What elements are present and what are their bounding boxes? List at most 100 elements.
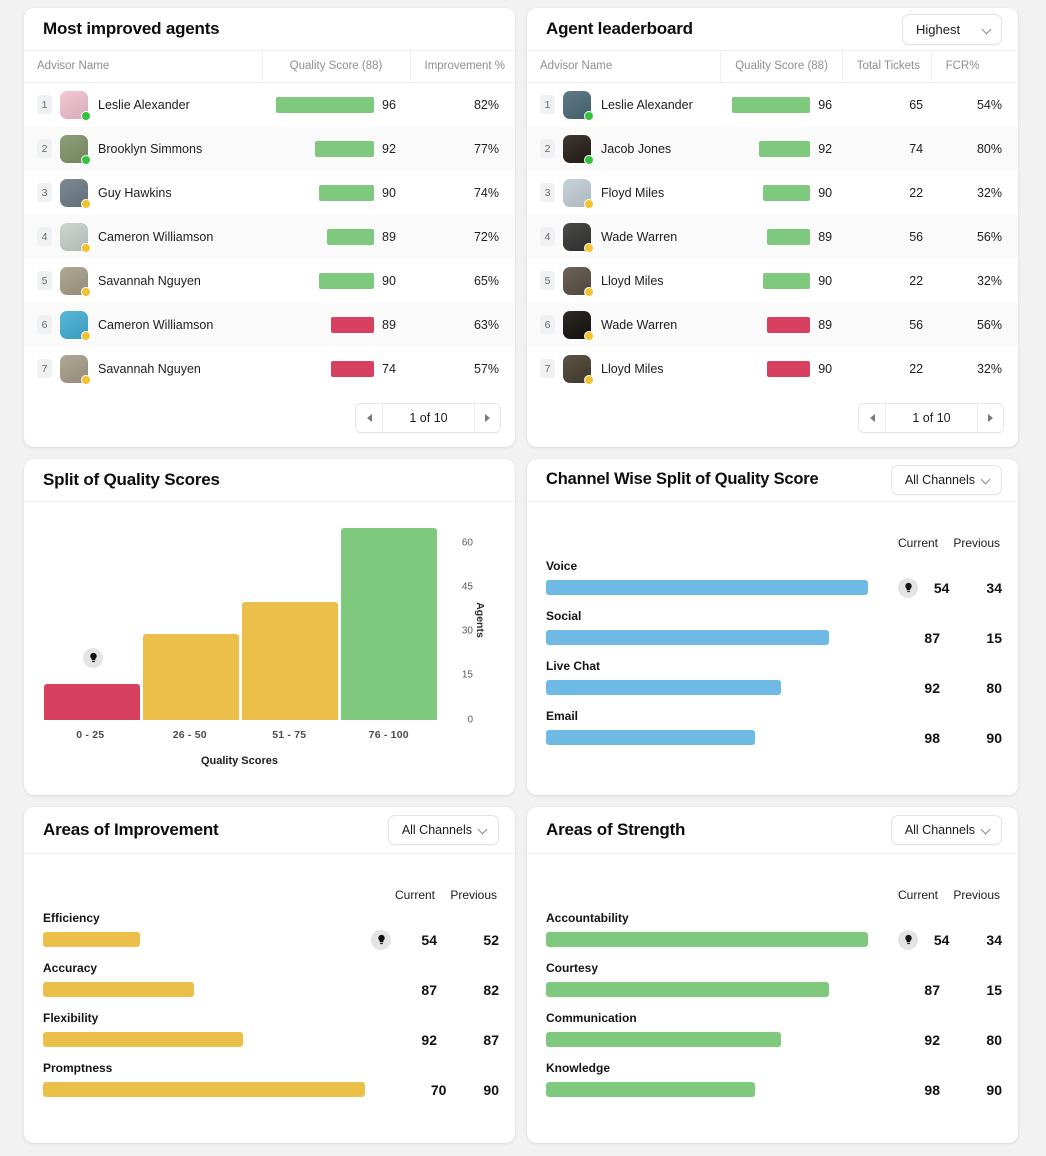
page-indicator: 1 of 10	[885, 403, 977, 432]
pagination[interactable]: 1 of 10	[858, 402, 1004, 433]
chevron-right-icon[interactable]	[977, 403, 1003, 432]
rank-badge: 3	[540, 183, 555, 202]
table-row[interactable]: 2 Brooklyn Simmons 92 77%	[24, 126, 515, 171]
metric-bar[interactable]	[43, 982, 195, 997]
advisor-name: Leslie Alexander	[98, 97, 190, 112]
metric-bar[interactable]	[546, 1082, 756, 1097]
cell-advisor-name: 3 Floyd Miles	[527, 171, 721, 215]
score-bar	[276, 96, 374, 113]
chevron-down-icon	[479, 825, 488, 834]
insight-bulb-badge[interactable]	[83, 647, 103, 668]
chart-bar[interactable]	[143, 634, 239, 720]
improvement-filter-dropdown[interactable]: All Channels	[387, 814, 499, 845]
dashboard-page: Most improved agents Advisor Name Qualit…	[0, 0, 1046, 1156]
metric-bar[interactable]	[546, 730, 756, 745]
metric-bar[interactable]	[546, 932, 868, 947]
chart-y-axis-title: Agents	[474, 601, 487, 638]
sort-dropdown[interactable]: Highest	[902, 13, 1002, 45]
metric-bar-track	[43, 932, 341, 947]
metric-previous: 80	[986, 1031, 1002, 1048]
strength-rows: Accountability 54 34 Courtesy 87 15 Communicat…	[546, 911, 1002, 1098]
chart-x-tick: 76 - 100	[368, 728, 409, 741]
table-row[interactable]: 7 Lloyd Miles 90 22 32%	[527, 347, 1018, 391]
table-row[interactable]: 5 Lloyd Miles 90 22 32%	[527, 259, 1018, 303]
table-row[interactable]: 3 Floyd Miles 90 22 32%	[527, 171, 1018, 215]
score-value: 89	[818, 317, 833, 332]
rank-badge: 7	[37, 359, 52, 378]
cell-advisor-name: 6 Wade Warren	[527, 303, 721, 347]
table-row[interactable]: 7 Savannah Nguyen 74 57%	[24, 347, 515, 391]
column-advisor-name: Advisor Name	[24, 50, 262, 83]
metric-current-value: 70	[430, 1081, 447, 1098]
score-value: 90	[382, 185, 396, 200]
metric-bar[interactable]	[546, 680, 782, 695]
pagination-area: 1 of 10	[527, 391, 1018, 447]
metric-bar-track	[546, 982, 844, 997]
chart-bar-column	[143, 520, 239, 720]
metric-bar[interactable]	[43, 1032, 243, 1047]
chart-bar[interactable]	[242, 601, 338, 720]
column-advisor-name: Advisor Name	[527, 50, 721, 83]
column-improvement: Improvement %	[409, 50, 515, 83]
chevron-left-icon[interactable]	[859, 403, 885, 432]
channel-filter-dropdown[interactable]: All Channels	[890, 464, 1002, 495]
chevron-right-icon[interactable]	[474, 403, 500, 432]
avatar	[563, 134, 594, 165]
rank-badge: 6	[540, 315, 555, 334]
score-bar	[732, 96, 811, 113]
table-row[interactable]: 3 Guy Hawkins 90 74%	[24, 171, 515, 215]
status-dot	[584, 110, 594, 121]
cell-improvement: 57%	[473, 361, 499, 376]
metric-label: Communication	[546, 1010, 637, 1025]
table-row[interactable]: 1 Leslie Alexander 96 65 54%	[527, 83, 1018, 127]
chevron-left-icon[interactable]	[356, 403, 382, 432]
metric-column-headers: Current Previous	[546, 888, 1002, 902]
metric-current-value: 87	[924, 629, 940, 646]
cell-quality-score: 89	[262, 215, 410, 259]
metric-row: Accuracy 87 82	[43, 961, 499, 998]
table-row[interactable]: 1 Leslie Alexander 96 82%	[24, 83, 515, 127]
table-row[interactable]: 4 Cameron Williamson 89 72%	[24, 214, 515, 259]
lightbulb-icon	[904, 582, 912, 593]
insight-bulb-badge[interactable]	[898, 577, 918, 598]
metric-previous: 15	[986, 629, 1002, 646]
metric-row: Accountability 54 34	[546, 911, 1002, 950]
chart-bar[interactable]	[44, 684, 140, 720]
metric-bar[interactable]	[546, 982, 830, 997]
metric-bar-track	[43, 1032, 341, 1047]
cell-fcr: 56%	[976, 229, 1002, 244]
avatar	[60, 90, 91, 121]
strength-filter-dropdown[interactable]: All Channels	[890, 814, 1002, 845]
insight-bulb-badge[interactable]	[898, 929, 918, 950]
metric-row: Promptness 70 90	[43, 1061, 499, 1098]
card-header: Areas of Improvement All Channels	[24, 807, 515, 853]
chevron-down-icon	[982, 825, 991, 834]
split-of-quality-scores-card: Split of Quality Scores 0 - 25 26 - 50 51 …	[24, 458, 515, 795]
score-bar	[767, 316, 811, 333]
table-row[interactable]: 2 Jacob Jones 92 74 80%	[527, 126, 1018, 171]
table-row[interactable]: 6 Wade Warren 89 56 56%	[527, 302, 1018, 347]
table-row[interactable]: 4 Wade Warren 89 56 56%	[527, 214, 1018, 259]
most-improved-agents-card: Most improved agents Advisor Name Qualit…	[24, 8, 515, 447]
cell-quality-score: 89	[721, 303, 842, 347]
metric-bar[interactable]	[546, 1032, 782, 1047]
metric-previous: 87	[483, 1031, 499, 1048]
metric-bar[interactable]	[43, 1082, 365, 1097]
table-row[interactable]: 5 Savannah Nguyen 90 65%	[24, 259, 515, 303]
advisor-name: Cameron Williamson	[98, 229, 214, 244]
status-dot	[81, 330, 91, 341]
rank-badge: 2	[37, 139, 52, 158]
metric-label: Accuracy	[43, 960, 98, 975]
chart-bar[interactable]	[341, 528, 437, 720]
cell-advisor-name: 7 Savannah Nguyen	[24, 347, 262, 391]
pagination[interactable]: 1 of 10	[355, 402, 501, 433]
agent-leaderboard-card: Agent leaderboard Highest Advisor Name Q…	[527, 8, 1018, 447]
metric-bar[interactable]	[546, 580, 868, 595]
metric-bar[interactable]	[43, 932, 140, 947]
chart-y-axis: 0 15 30 45 60 Agents	[441, 520, 499, 725]
insight-bulb-badge[interactable]	[371, 929, 391, 950]
avatar	[60, 222, 91, 253]
cell-advisor-name: 4 Cameron Williamson	[24, 215, 262, 259]
table-row[interactable]: 6 Cameron Williamson 89 63%	[24, 302, 515, 347]
metric-bar[interactable]	[546, 630, 830, 645]
